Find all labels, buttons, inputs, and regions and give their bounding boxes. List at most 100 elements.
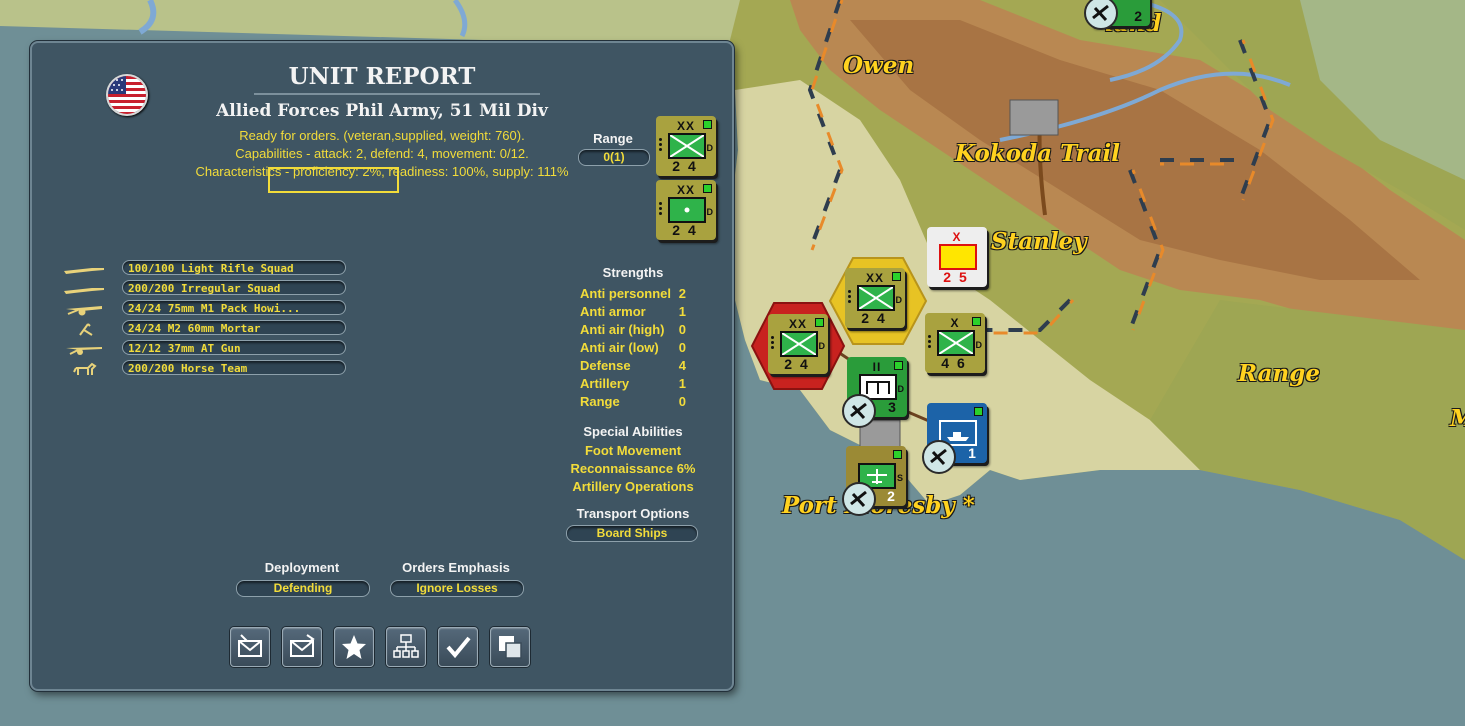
status-indicator: [703, 184, 712, 193]
equipment-label: 12/12 37mm AT Gun: [122, 340, 346, 355]
org-chart-icon: [393, 634, 419, 658]
strength-label: Anti personnel: [580, 286, 672, 301]
counter-flag: D: [897, 384, 905, 394]
board-ships-button[interactable]: Board Ships: [566, 525, 698, 542]
status-indicator: [703, 120, 712, 129]
counter-defend: 4: [877, 310, 893, 326]
strength-label: Defense: [580, 358, 631, 373]
mail-icon: [238, 634, 262, 657]
strength-row: Range 0: [580, 393, 686, 411]
at-gun-icon: [66, 347, 102, 355]
status-indicator: [893, 450, 902, 459]
rifle-icon: [64, 288, 104, 294]
transport-options-title: Transport Options: [576, 506, 690, 521]
dialog-title: UNIT REPORT: [288, 63, 476, 90]
counter-strength: 24: [845, 310, 905, 326]
organization-button[interactable]: [386, 627, 426, 667]
status-indicator: [972, 317, 981, 326]
map-label-stanley: Stanley: [991, 228, 1087, 255]
strength-row: Anti armor 1: [580, 303, 686, 321]
counter-flag: S: [896, 473, 903, 483]
rifle-icon: [64, 268, 104, 274]
map-unit-counter-division-1[interactable]: XX D 24: [845, 268, 905, 328]
title-divider: [254, 93, 540, 95]
equipment-label: 200/200 Irregular Squad: [122, 280, 346, 295]
air-unit-icon: [842, 394, 876, 428]
strength-label: Range: [580, 394, 620, 409]
strength-row: Defense 4: [580, 357, 686, 375]
unit-counter-type-preview[interactable]: XX D 24: [656, 180, 716, 240]
range-label: Range: [593, 131, 633, 146]
counter-strength: 25: [927, 269, 987, 285]
infantry-symbol-icon: [937, 330, 975, 356]
unit-name: Allied Forces Phil Army, 51 Mil Div: [216, 101, 548, 121]
orders-emphasis-title: Orders Emphasis: [402, 560, 510, 575]
mortar-icon: [79, 323, 93, 336]
map-label-m: M: [1450, 405, 1465, 432]
unit-report-dialog[interactable]: UNIT REPORT Allied Forces Phil Army, 51 …: [30, 41, 734, 691]
counter-defend: 4: [800, 356, 816, 372]
air-unit-icon: [1084, 0, 1118, 30]
status-indicator: [974, 407, 983, 416]
counter-dots: [771, 336, 775, 351]
counter-defend: 4: [688, 158, 704, 174]
status-indicator: [815, 318, 824, 327]
strength-label: Anti air (low): [580, 340, 659, 355]
counter-attack: 2: [943, 269, 959, 285]
map-unit-counter-division-2[interactable]: XX D 24: [768, 314, 828, 374]
mail-send-icon: [290, 634, 315, 657]
confirm-button[interactable]: [438, 627, 478, 667]
send-mail-button[interactable]: [282, 627, 322, 667]
equipment-label: 24/24 75mm M1 Pack Howi...: [122, 300, 346, 315]
proficiency-highlight: [268, 167, 399, 193]
counter-flag: D: [818, 341, 826, 351]
strength-row: Artillery 1: [580, 375, 686, 393]
star-icon: [342, 635, 366, 659]
strength-row: Anti personnel 2: [580, 285, 686, 303]
counter-size: X: [952, 230, 962, 244]
unit-counter-preview[interactable]: XX D 24: [656, 116, 716, 176]
counter-defend: 4: [688, 222, 704, 238]
map-unit-counter-hq[interactable]: X 25: [927, 227, 987, 287]
mail-button[interactable]: [230, 627, 270, 667]
deployment-dropdown[interactable]: Defending: [236, 580, 370, 597]
counter-dots: [928, 335, 932, 350]
strength-label: Anti armor: [580, 304, 646, 319]
hq-symbol: [939, 244, 977, 270]
checkmark-icon: [446, 636, 471, 659]
counter-flag: D: [706, 207, 714, 217]
counter-dots: [848, 290, 852, 305]
orders-emphasis-dropdown[interactable]: Ignore Losses: [390, 580, 524, 597]
counter-attack: 2: [861, 310, 877, 326]
strength-value: 0: [678, 322, 686, 337]
map-unit-counter-brigade[interactable]: X D 46: [925, 313, 985, 373]
equipment-label: 200/200 Horse Team: [122, 360, 346, 375]
range-value: 0(1): [578, 149, 650, 166]
strength-row: Anti air (high) 0: [580, 321, 686, 339]
counter-dots: [659, 138, 663, 153]
counter-attack: 4: [941, 355, 957, 371]
strength-value: 1: [678, 304, 686, 319]
infantry-symbol-icon: [668, 133, 706, 159]
status-indicator: [894, 361, 903, 370]
equipment-label: 24/24 M2 60mm Mortar: [122, 320, 346, 335]
counter-defend: 5: [959, 269, 975, 285]
unit-type-symbol-icon: [668, 197, 706, 223]
counter-flag: D: [975, 340, 983, 350]
favorite-button[interactable]: [334, 627, 374, 667]
howitzer-icon: [66, 306, 102, 316]
counter-attack: 2: [672, 222, 688, 238]
counter-strength: 24: [656, 158, 716, 174]
status-indicator: [892, 272, 901, 281]
special-abilities-title: Special Abilities: [583, 424, 683, 439]
overlap-button[interactable]: [490, 627, 530, 667]
special-ability: Artillery Operations: [572, 479, 694, 494]
counter-dots: [659, 202, 663, 217]
strength-value: 2: [678, 286, 686, 301]
air-unit-icon: [922, 440, 956, 474]
infantry-symbol-icon: [857, 285, 895, 311]
strength-row: Anti air (low) 0: [580, 339, 686, 357]
map-label-kokoda-trail: Kokoda Trail: [955, 140, 1121, 167]
counter-strength: 46: [925, 355, 985, 371]
equipment-label: 100/100 Light Rifle Squad: [122, 260, 346, 275]
